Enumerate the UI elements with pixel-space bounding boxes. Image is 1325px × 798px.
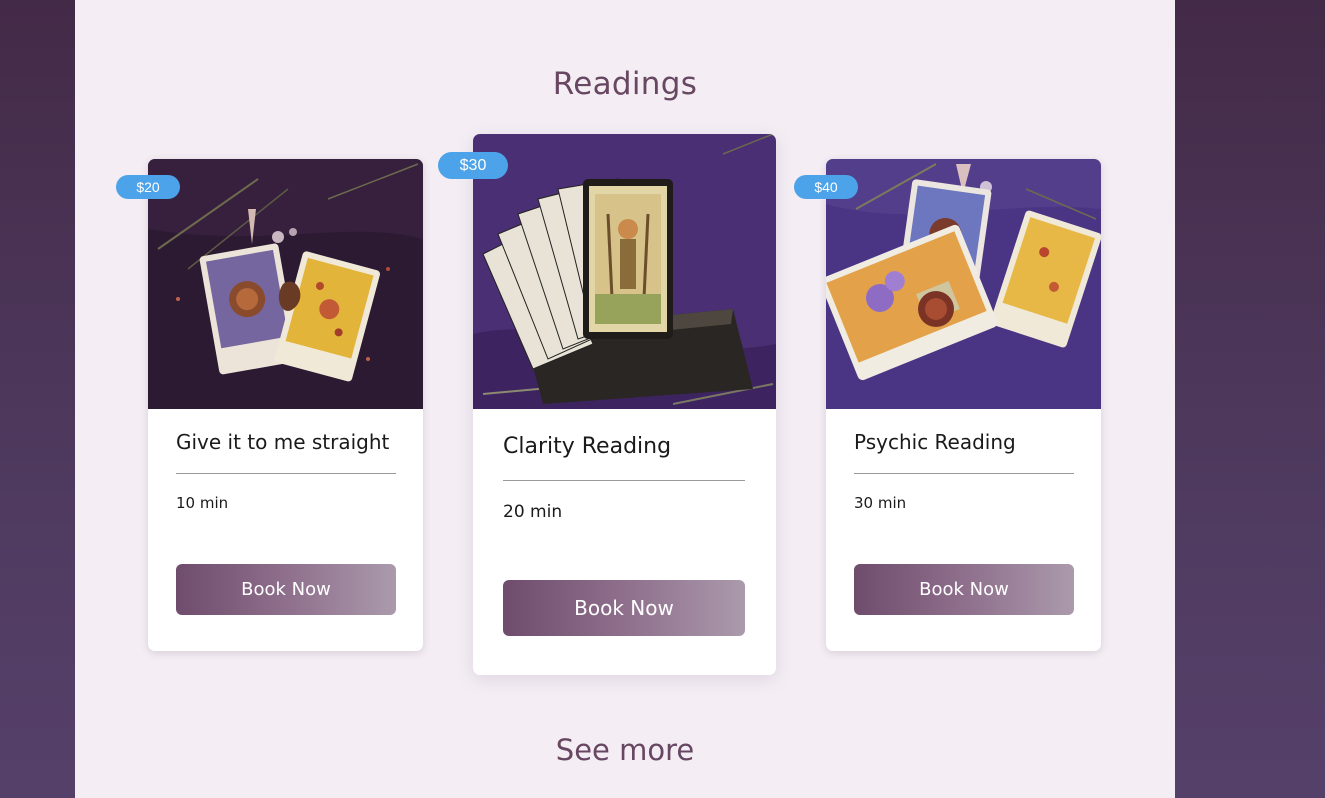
two-tarot-cards-photo — [148, 159, 423, 409]
reading-image — [148, 159, 423, 409]
book-now-button[interactable]: Book Now — [854, 564, 1074, 615]
card-divider — [503, 480, 745, 481]
reading-card-straight: Give it to me straight 10 min Book Now — [148, 159, 423, 651]
reading-duration: 30 min — [854, 494, 907, 512]
tarot-deck-in-wooden-box-photo — [473, 134, 776, 409]
see-more-link[interactable]: See more — [75, 733, 1175, 767]
card-divider — [854, 473, 1074, 474]
price-badge: $30 — [438, 152, 508, 179]
reading-card-psychic: Psychic Reading 30 min Book Now — [826, 159, 1101, 651]
book-now-button[interactable]: Book Now — [176, 564, 396, 615]
reading-duration: 20 min — [503, 502, 563, 522]
book-now-button[interactable]: Book Now — [503, 580, 745, 636]
price-badge: $20 — [116, 175, 180, 199]
reading-duration: 10 min — [176, 494, 229, 512]
reading-title: Psychic Reading — [854, 430, 1016, 454]
price-badge: $40 — [794, 175, 858, 199]
section-title: Readings — [552, 66, 698, 102]
reading-title: Give it to me straight — [176, 430, 390, 454]
three-tarot-cards-photo — [826, 159, 1101, 409]
reading-card-clarity: Clarity Reading 20 min Book Now — [473, 134, 776, 675]
reading-image — [473, 134, 776, 409]
reading-image — [826, 159, 1101, 409]
reading-title: Clarity Reading — [503, 434, 672, 459]
readings-section: Readings Give it to me straight 10 min B… — [75, 0, 1175, 798]
card-divider — [176, 473, 396, 474]
